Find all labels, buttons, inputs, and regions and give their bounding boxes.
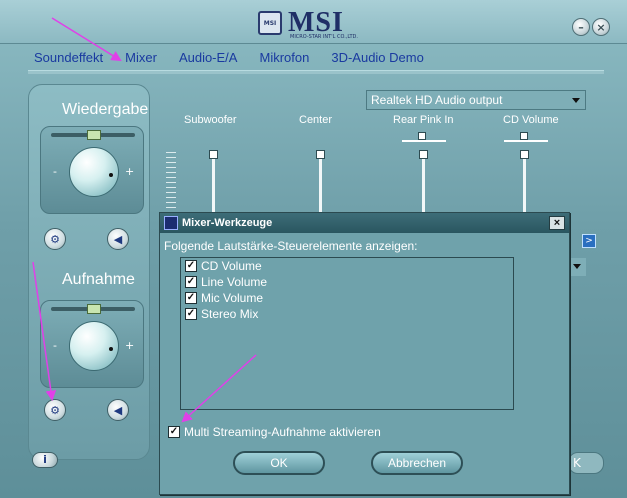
dialog-title: Mixer-Werkzeuge [182,217,273,229]
scroll-right-icon[interactable]: > [582,234,596,248]
subwoofer-slider-thumb[interactable] [209,150,218,159]
mixer-tools-dialog: Mixer-Werkzeuge × Folgende Lautstärke-St… [159,212,570,495]
list-item-label: Stereo Mix [201,307,259,321]
tab-3d-audio-demo[interactable]: 3D-Audio Demo [331,46,424,70]
recording-label: Aufnahme [62,271,135,288]
recording-balance-slider[interactable] [51,304,135,314]
playback-balance-slider[interactable] [51,130,135,140]
tab-mixer[interactable]: Mixer [125,46,157,70]
list-item-label: Mic Volume [201,291,264,305]
recording-knob-indicator [109,347,113,351]
minimize-button[interactable]: – [572,18,590,36]
checkbox-cd-volume[interactable]: ✓ [185,260,197,272]
list-item[interactable]: ✓ Stereo Mix [181,306,513,322]
playback-knob-indicator [109,173,113,177]
cd-volume-track [523,152,526,212]
checkbox-stereo-mix[interactable]: ✓ [185,308,197,320]
playback-label: Wiedergabe [62,101,149,118]
tab-bar: Soundeffekt Mixer Audio-E/A Mikrofon 3D-… [34,46,424,70]
bottom-right-button[interactable]: K [568,452,604,474]
cancel-button[interactable]: Abbrechen [371,451,463,475]
multi-streaming-checkbox[interactable]: ✓ [168,426,180,438]
checkbox-mic-volume[interactable]: ✓ [185,292,197,304]
channel-label-subwoofer: Subwoofer [184,114,237,126]
list-item-label: CD Volume [201,259,262,273]
list-item[interactable]: ✓ CD Volume [181,258,513,274]
cd-volume-balance-thumb[interactable] [520,132,528,140]
list-item[interactable]: ✓ Mic Volume [181,290,513,306]
recording-speaker-icon[interactable]: ◀ [107,399,129,421]
recording-balance-thumb[interactable] [87,304,101,314]
volume-controls-list: ✓ CD Volume ✓ Line Volume ✓ Mic Volume ✓… [180,257,514,410]
channel-label-center: Center [299,114,333,126]
recording-knob-box: - + [40,300,144,388]
rear-pink-in-balance[interactable] [402,132,446,142]
playback-volume-knob[interactable] [69,147,119,197]
volume-scale-ticks [166,152,176,212]
tab-soundeffekt[interactable]: Soundeffekt [34,46,103,70]
tab-underline [28,70,604,74]
playback-balance-thumb[interactable] [87,130,101,140]
tab-audio-ea[interactable]: Audio-E/A [179,46,238,70]
dialog-title-bar: Mixer-Werkzeuge × [160,213,569,233]
playback-minus-label: - [53,165,57,178]
dialog-app-icon [164,216,178,230]
playback-speaker-icon[interactable]: ◀ [107,228,129,250]
msi-badge-icon: MSI [258,11,282,35]
rear-pink-in-balance-thumb[interactable] [418,132,426,140]
center-slider-thumb[interactable] [316,150,325,159]
output-device-value: Realtek HD Audio output [371,93,503,107]
dialog-close-button[interactable]: × [549,216,565,230]
list-item-label: Line Volume [201,275,268,289]
rear-pink-in-slider-thumb[interactable] [419,150,428,159]
channel-label-cd-volume: CD Volume [503,114,559,126]
dialog-heading: Folgende Lautstärke-Steuerelemente anzei… [164,239,418,253]
recording-minus-label: - [53,339,57,352]
ok-button[interactable]: OK [233,451,325,475]
channel-label-rear-pink-in: Rear Pink In [393,114,454,126]
multi-streaming-option[interactable]: ✓ Multi Streaming-Aufnahme aktivieren [168,425,381,439]
rear-pink-in-track [422,152,425,212]
chevron-down-icon [572,98,580,103]
playback-settings-tool-icon[interactable]: ⚙ [44,228,66,250]
chevron-down-icon [573,264,581,269]
recording-plus-label: + [125,339,135,352]
title-bar: MSI MSI MICRO-STAR INT'L CO.,LTD. – × [0,0,627,44]
recording-device-select[interactable] [568,258,586,276]
multi-streaming-label: Multi Streaming-Aufnahme aktivieren [184,425,381,439]
playback-plus-label: + [125,165,135,178]
output-device-select[interactable]: Realtek HD Audio output [366,90,586,110]
checkbox-line-volume[interactable]: ✓ [185,276,197,288]
subwoofer-track [212,152,215,212]
list-item[interactable]: ✓ Line Volume [181,274,513,290]
tab-mikrofon[interactable]: Mikrofon [259,46,309,70]
info-button[interactable]: i [32,452,58,468]
recording-settings-tool-icon[interactable]: ⚙ [44,399,66,421]
center-track [319,152,322,212]
logo-text: MSI [288,7,344,38]
logo-subtitle: MICRO-STAR INT'L CO.,LTD. [290,34,358,40]
playback-knob-box: - + [40,126,144,214]
cd-volume-balance[interactable] [504,132,548,142]
close-button[interactable]: × [592,18,610,36]
recording-volume-knob[interactable] [69,321,119,371]
cd-volume-slider-thumb[interactable] [520,150,529,159]
